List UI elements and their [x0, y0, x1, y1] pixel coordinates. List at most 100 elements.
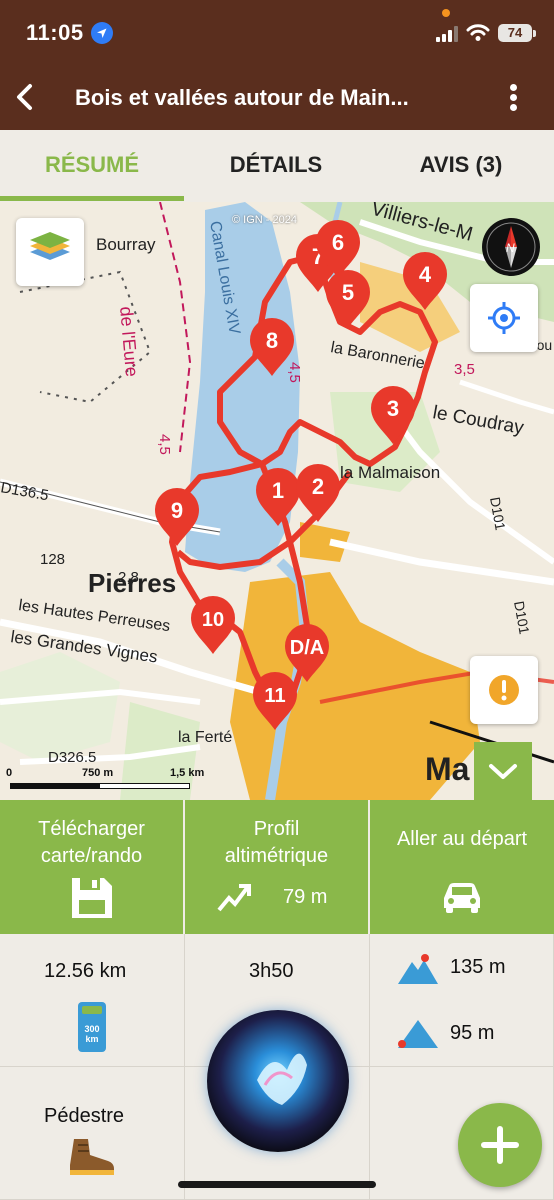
- distance-value: 12.56 km: [44, 960, 127, 982]
- practice-cell: Pédestre: [0, 1067, 185, 1200]
- road-label: D136.5: [0, 479, 50, 504]
- scale-label-max: 1,5 km: [170, 767, 205, 779]
- scale-bar-graphic: [10, 783, 190, 789]
- descent-value: 95 m: [450, 1022, 495, 1044]
- elevation-chart-icon: [217, 884, 251, 912]
- route-marker-label: 3: [387, 396, 399, 421]
- road-label: D101: [487, 496, 509, 532]
- tab-bar: RÉSUMÉ DÉTAILS AVIS (3): [0, 130, 554, 202]
- siri-orb-icon[interactable]: [207, 1010, 349, 1152]
- tab-avis[interactable]: AVIS (3): [368, 130, 554, 202]
- road: [329, 538, 554, 586]
- page-title: Bois et vallées autour de Main...: [75, 85, 409, 110]
- map-label: de l'Eure: [116, 306, 142, 378]
- road-label: 128: [40, 551, 65, 568]
- route-marker-label: 2: [312, 474, 324, 499]
- go-to-start-button[interactable]: Aller au départ: [370, 800, 554, 934]
- privacy-indicator-icon: [442, 9, 450, 17]
- milestone-icon: 300 km: [78, 1002, 106, 1052]
- status-time: 11:05: [26, 20, 84, 45]
- map-label: la Malmaison: [340, 463, 440, 482]
- elevation-label: Profil altimétrique: [185, 816, 368, 870]
- more-dot-icon: [510, 104, 517, 111]
- status-bar: 11:05 74: [0, 0, 554, 64]
- location-arrow-icon: [91, 22, 113, 44]
- active-tab-indicator: [0, 196, 184, 201]
- boundary-line: [159, 202, 192, 453]
- route-marker-label: 5: [342, 280, 354, 305]
- elevation-profile-button[interactable]: Profil altimétrique 79 m: [185, 800, 368, 934]
- scale-label-zero: 0: [6, 767, 13, 779]
- home-indicator: [178, 1181, 376, 1188]
- milestone-badge: 300 km: [84, 1024, 100, 1044]
- nav-bar: Bois et vallées autour de Main...: [0, 64, 554, 130]
- ascent-icon: [398, 954, 438, 984]
- compass-icon: N: [486, 222, 536, 272]
- car-icon: [444, 883, 480, 913]
- layers-button[interactable]: [16, 218, 84, 286]
- map-label: les Grandes Vignes: [9, 627, 158, 666]
- download-label-line2: carte/rando: [40, 845, 143, 867]
- wifi-icon: [466, 24, 490, 41]
- road-label: 4,5: [156, 434, 173, 455]
- map-label: le Coudray: [431, 402, 526, 439]
- tab-details[interactable]: DÉTAILS: [184, 130, 368, 202]
- collapse-map-button[interactable]: [474, 742, 532, 800]
- ascent-value: 135 m: [450, 956, 506, 978]
- tab-resume[interactable]: RÉSUMÉ: [0, 130, 184, 202]
- siri-wave-icon: [257, 1053, 307, 1105]
- more-options-button[interactable]: [500, 78, 528, 116]
- map-scale: 0 750 m 1,5 km: [6, 767, 220, 797]
- svg-text:N: N: [506, 241, 515, 255]
- chevron-left-icon: [17, 84, 32, 110]
- hiking-boot-icon: [70, 1139, 114, 1175]
- go-to-start-label: Aller au départ: [396, 828, 528, 850]
- action-buttons: Télécharger carte/rando Profil altimétri…: [0, 800, 554, 934]
- road-label: 3,5: [454, 361, 475, 378]
- more-dot-icon: [510, 84, 517, 91]
- route-marker-label: 10: [202, 609, 224, 631]
- road-label: 2,8: [118, 569, 139, 586]
- route-marker-label: 11: [264, 685, 285, 707]
- add-button[interactable]: [458, 1103, 542, 1187]
- map-label: la Ferté: [178, 729, 232, 746]
- back-button[interactable]: [8, 78, 44, 116]
- battery-icon: 74: [498, 24, 532, 42]
- duration-value: 3h50: [249, 960, 294, 982]
- elevation-label-line1: Profil: [253, 818, 300, 840]
- descent-icon: [398, 1020, 438, 1048]
- scale-label-mid: 750 m: [82, 767, 114, 779]
- download-button[interactable]: Télécharger carte/rando: [0, 800, 183, 934]
- route-marker-label: 4: [419, 262, 432, 287]
- download-label: Télécharger carte/rando: [0, 816, 183, 870]
- forest-area: [0, 652, 120, 762]
- map-attribution: © IGN - 2024: [232, 214, 297, 226]
- distance-cell: 12.56 km 300 km: [0, 934, 185, 1067]
- road: [459, 379, 554, 415]
- route-marker-label: 9: [171, 498, 183, 523]
- road-label: 4,5: [286, 362, 303, 383]
- locate-me-button[interactable]: [470, 284, 538, 352]
- download-label-line1: Télécharger: [38, 818, 145, 840]
- elevation-value: 79 m: [283, 886, 328, 908]
- map-label: Bourray: [96, 235, 156, 254]
- battery-tip: [533, 30, 536, 37]
- map-view[interactable]: 7 6 5 4 8 3 1 2 9 10 D/A 11 Bourray Canal Louis XIV…: [0, 202, 554, 800]
- warning-icon: [489, 675, 519, 705]
- route-marker-label: 1: [272, 478, 284, 503]
- plus-icon: [481, 1126, 519, 1164]
- route-marker-label: D/A: [290, 637, 324, 659]
- chevron-down-icon: [489, 764, 517, 779]
- save-icon: [72, 878, 112, 918]
- practice-value: Pédestre: [44, 1105, 125, 1127]
- compass-button[interactable]: N: [482, 218, 540, 276]
- signal-icon: [436, 26, 458, 42]
- layers-icon: [30, 232, 70, 260]
- route-marker[interactable]: 2: [296, 464, 340, 522]
- route-marker-label: 8: [266, 328, 278, 353]
- report-issue-button[interactable]: [470, 656, 538, 724]
- map-label: Ma: [425, 751, 470, 787]
- elevation-cell: 135 m 95 m: [370, 934, 554, 1067]
- route-marker-label: 6: [332, 230, 344, 255]
- route-marker[interactable]: 10: [191, 596, 235, 654]
